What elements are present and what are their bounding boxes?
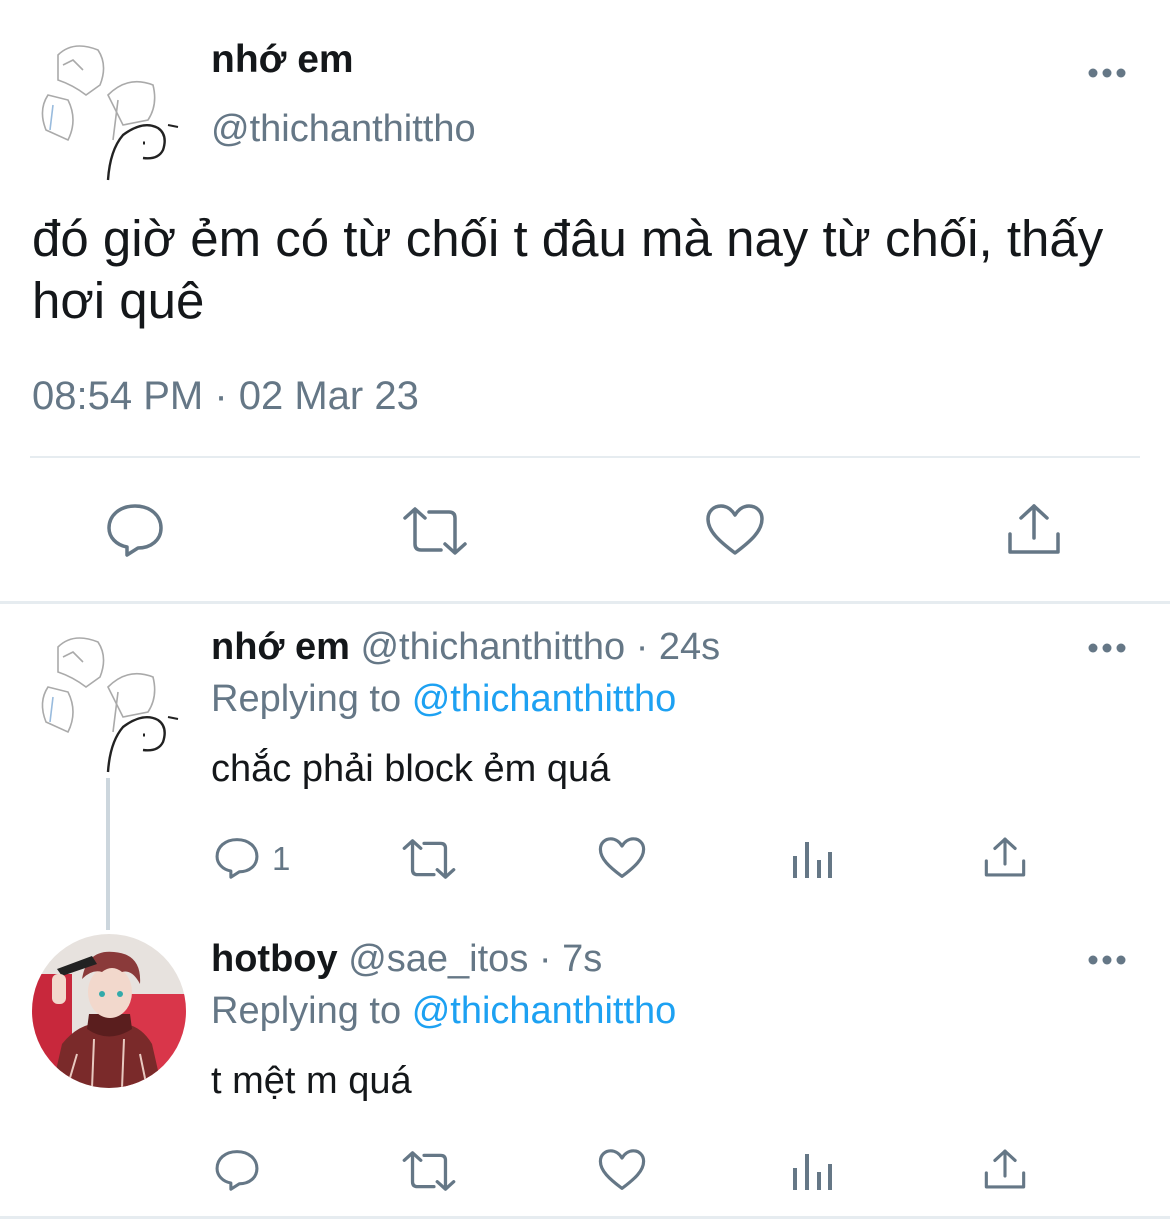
like-icon[interactable] (598, 1148, 646, 1192)
reply-author-handle[interactable]: @sae_itos (348, 938, 528, 980)
retweet-icon[interactable] (401, 838, 457, 880)
replying-to-line: Replying to @thichanthittho (211, 990, 676, 1033)
reply-icon[interactable] (214, 1148, 260, 1192)
more-icon[interactable] (1088, 641, 1128, 655)
reply-icon[interactable] (214, 836, 260, 880)
bottom-divider (0, 1216, 1170, 1219)
tweet-timestamp[interactable]: 08:54 PM · 02 Mar 23 (32, 374, 419, 419)
reply-age[interactable]: · 24s (636, 626, 720, 668)
reply-text: chắc phải block ẻm quá (211, 748, 611, 790)
reply-icon[interactable] (105, 502, 165, 558)
more-icon[interactable] (1088, 953, 1128, 967)
reply-avatar[interactable] (32, 934, 186, 1088)
thread-connector (106, 778, 110, 930)
retweet-icon[interactable] (401, 1150, 457, 1192)
reply-header: hotboy @sae_itos · 7s (211, 938, 602, 981)
author-name[interactable]: nhớ em (211, 38, 354, 82)
author-handle[interactable]: @thichanthittho (211, 108, 476, 151)
share-icon[interactable] (983, 836, 1027, 878)
reply-author-name[interactable]: nhớ em (211, 626, 350, 668)
replying-to-line: Replying to @thichanthittho (211, 678, 676, 721)
more-icon[interactable] (1088, 66, 1128, 80)
like-icon[interactable] (705, 503, 765, 557)
divider (30, 456, 1140, 458)
reply-header: nhớ em @thichanthittho · 24s (211, 626, 720, 669)
replying-to-link[interactable]: @thichanthittho (412, 678, 677, 720)
section-divider (0, 601, 1170, 604)
share-icon[interactable] (983, 1148, 1027, 1190)
analytics-icon[interactable] (793, 840, 833, 878)
retweet-icon[interactable] (401, 506, 469, 556)
tweet-text: đó giờ ẻm có từ chối t đâu mà nay từ chố… (32, 210, 1104, 329)
reply-text: t mệt m quá (211, 1060, 412, 1102)
reply-count: 1 (272, 840, 291, 877)
reply-age[interactable]: · 7s (539, 938, 602, 980)
reply-avatar[interactable] (28, 632, 183, 777)
replying-to-label: Replying to (211, 990, 402, 1032)
share-icon[interactable] (1006, 502, 1062, 556)
reply-author-handle[interactable]: @thichanthittho (360, 626, 625, 668)
main-avatar[interactable] (28, 40, 183, 185)
replying-to-link[interactable]: @thichanthittho (412, 990, 677, 1032)
replying-to-label: Replying to (211, 678, 402, 720)
like-icon[interactable] (598, 836, 646, 880)
reply-author-name[interactable]: hotboy (211, 938, 338, 980)
analytics-icon[interactable] (793, 1152, 833, 1190)
